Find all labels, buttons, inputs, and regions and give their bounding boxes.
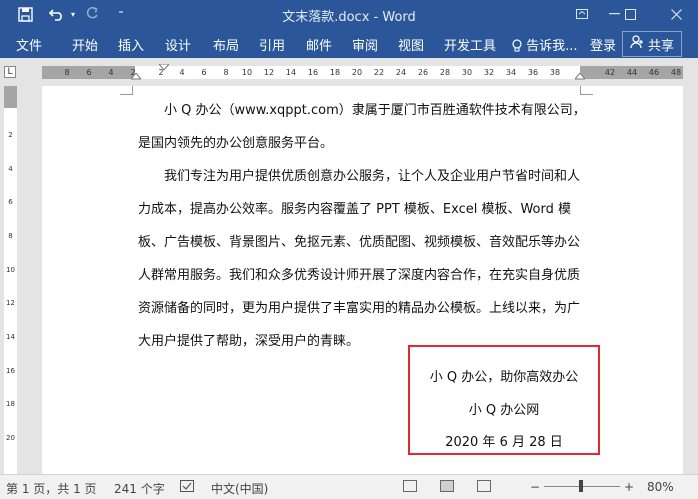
horizontal-ruler[interactable]: 8 6 4 2 2 4 6 8 10 12 14 16 18 20 22 24 … bbox=[42, 64, 683, 80]
ruler-tick: 46 bbox=[648, 68, 660, 77]
tab-references[interactable]: 引用 bbox=[259, 35, 285, 54]
ruler-tick: 8 bbox=[223, 68, 229, 77]
ruler-tick: 16 bbox=[307, 68, 319, 77]
ruler-tick: 28 bbox=[439, 68, 451, 77]
vruler-tick: 18 bbox=[6, 400, 15, 408]
text-line: 小 Q 办公（www.xqppt.com）隶属于厦门市百胜通软件技术有限公司， bbox=[164, 103, 586, 118]
crop-mark-left bbox=[120, 86, 133, 95]
vruler-tick: 6 bbox=[8, 198, 13, 206]
ruler-tick: 4 bbox=[108, 68, 114, 77]
tab-insert[interactable]: 插入 bbox=[118, 35, 144, 54]
vruler-tick: 20 bbox=[6, 434, 15, 442]
vruler-tick: 8 bbox=[8, 232, 13, 240]
ruler-area: L 8 6 4 2 2 4 6 8 10 12 14 16 18 20 22 2… bbox=[0, 58, 698, 86]
tab-selector[interactable]: L bbox=[4, 66, 16, 78]
first-line-indent-marker[interactable] bbox=[159, 64, 169, 71]
read-mode-icon[interactable] bbox=[403, 480, 417, 492]
ruler-tick: 34 bbox=[505, 68, 517, 77]
page-indicator[interactable]: 第 1 页，共 1 页 bbox=[6, 480, 97, 497]
tab-layout[interactable]: 布局 bbox=[213, 35, 239, 54]
ruler-tick: 32 bbox=[483, 68, 495, 77]
ruler-tick: 6 bbox=[86, 68, 92, 77]
right-indent-marker[interactable] bbox=[575, 73, 585, 80]
paragraph-2[interactable]: 我们专注为用户提供优质创意办公服务，让个人及企业用户节省时间和人 力成本，提高办… bbox=[138, 160, 581, 358]
close-icon[interactable] bbox=[660, 0, 692, 28]
vertical-ruler[interactable]: 2 4 6 8 10 12 14 16 18 20 bbox=[4, 86, 17, 474]
paragraph-1[interactable]: 小 Q 办公（www.xqppt.com）隶属于厦门市百胜通软件技术有限公司， … bbox=[138, 94, 586, 160]
signature-date: 2020 年 6 月 28 日 bbox=[445, 435, 563, 450]
ruler-tick: 8 bbox=[64, 68, 70, 77]
ruler-tick: 6 bbox=[201, 68, 207, 77]
ruler-tick: 44 bbox=[626, 68, 638, 77]
word-count[interactable]: 241 个字 bbox=[114, 480, 165, 497]
vruler-tick: 2 bbox=[8, 131, 13, 139]
signature-highlight-box: 小 Q 办公，助你高效办公 小 Q 办公网 2020 年 6 月 28 日 bbox=[408, 345, 600, 455]
ruler-tick: 12 bbox=[263, 68, 275, 77]
tab-review[interactable]: 审阅 bbox=[352, 35, 378, 54]
status-bar: 第 1 页，共 1 页 241 个字 中文(中国) − + 80% bbox=[0, 474, 698, 499]
ruler-tick: 30 bbox=[461, 68, 473, 77]
tell-me-box[interactable]: 告诉我... bbox=[512, 35, 578, 54]
tab-home[interactable]: 开始 bbox=[72, 35, 98, 54]
zoom-out-button[interactable]: − bbox=[530, 480, 540, 494]
title-bar: ▾ ⁼ 文末落款.docx - Word bbox=[0, 0, 698, 28]
proofing-icon[interactable] bbox=[180, 480, 194, 495]
language-indicator[interactable]: 中文(中国) bbox=[211, 480, 268, 497]
tab-mailings[interactable]: 邮件 bbox=[306, 35, 332, 54]
ruler-tick: 10 bbox=[241, 68, 253, 77]
zoom-in-button[interactable]: + bbox=[624, 480, 634, 494]
print-layout-icon[interactable] bbox=[440, 480, 454, 492]
ruler-tick: 20 bbox=[351, 68, 363, 77]
tab-design[interactable]: 设计 bbox=[165, 35, 191, 54]
vruler-tick: 4 bbox=[8, 165, 13, 173]
top-margin-region bbox=[4, 86, 17, 108]
ruler-tick: 24 bbox=[395, 68, 407, 77]
vruler-tick: 14 bbox=[6, 333, 15, 341]
sign-in-link[interactable]: 登录 bbox=[590, 35, 616, 54]
ruler-tick: 18 bbox=[329, 68, 341, 77]
text-line: 是国内领先的办公创意服务平台。 bbox=[138, 136, 334, 151]
share-label: 共享 bbox=[647, 38, 674, 54]
ruler-tick: 36 bbox=[527, 68, 539, 77]
tab-view[interactable]: 视图 bbox=[398, 35, 424, 54]
vruler-tick: 16 bbox=[6, 367, 15, 375]
ruler-tick: 14 bbox=[285, 68, 297, 77]
ribbon-tabs: 文件 开始 插入 设计 布局 引用 邮件 审阅 视图 开发工具 告诉我... 登… bbox=[0, 28, 698, 58]
ruler-tick: 26 bbox=[417, 68, 429, 77]
zoom-slider-thumb[interactable] bbox=[579, 480, 583, 492]
tell-me-label: 告诉我... bbox=[526, 39, 578, 54]
web-layout-icon[interactable] bbox=[477, 480, 491, 492]
text-line: 力成本，提高办公效率。服务内容覆盖了 PPT 模板、Excel 模板、Word … bbox=[138, 202, 571, 217]
text-line: 资源储备的同时，更为用户提供了丰富实用的精品办公模板。上线以来，为广 bbox=[138, 301, 581, 316]
tab-file[interactable]: 文件 bbox=[16, 35, 42, 54]
ribbon-display-icon[interactable] bbox=[566, 0, 598, 28]
ruler-tick: 38 bbox=[549, 68, 561, 77]
share-button[interactable]: 共享 bbox=[622, 31, 682, 57]
signature-line-2: 小 Q 办公网 bbox=[468, 403, 540, 418]
tab-developer[interactable]: 开发工具 bbox=[444, 35, 496, 54]
text-line: 我们专注为用户提供优质创意办公服务，让个人及企业用户节省时间和人 bbox=[164, 169, 581, 184]
vruler-tick: 10 bbox=[6, 266, 15, 274]
document-canvas: 2 4 6 8 10 12 14 16 18 20 小 Q 办公（www.xqp… bbox=[0, 86, 698, 474]
ruler-tick: 48 bbox=[670, 68, 682, 77]
vruler-tick: 12 bbox=[6, 299, 15, 307]
ruler-tick: 22 bbox=[373, 68, 385, 77]
lightbulb-icon bbox=[512, 39, 526, 54]
document-page[interactable]: 小 Q 办公（www.xqppt.com）隶属于厦门市百胜通软件技术有限公司， … bbox=[42, 86, 683, 474]
ruler-tick: 4 bbox=[179, 68, 185, 77]
zoom-level[interactable]: 80% bbox=[647, 480, 674, 494]
text-line: 板、广告模板、背景图片、免抠元素、优质配图、视频模板、音效配乐等办公 bbox=[138, 235, 581, 250]
maximize-icon[interactable] bbox=[614, 0, 646, 28]
share-person-icon bbox=[630, 35, 644, 53]
signature-line-1: 小 Q 办公，助你高效办公 bbox=[429, 370, 579, 385]
hanging-indent-marker[interactable] bbox=[131, 73, 141, 80]
ruler-tick: 42 bbox=[604, 68, 616, 77]
text-line: 人群常用服务。我们和众多优秀设计师开展了深度内容合作，在充实自身优质 bbox=[138, 268, 581, 283]
